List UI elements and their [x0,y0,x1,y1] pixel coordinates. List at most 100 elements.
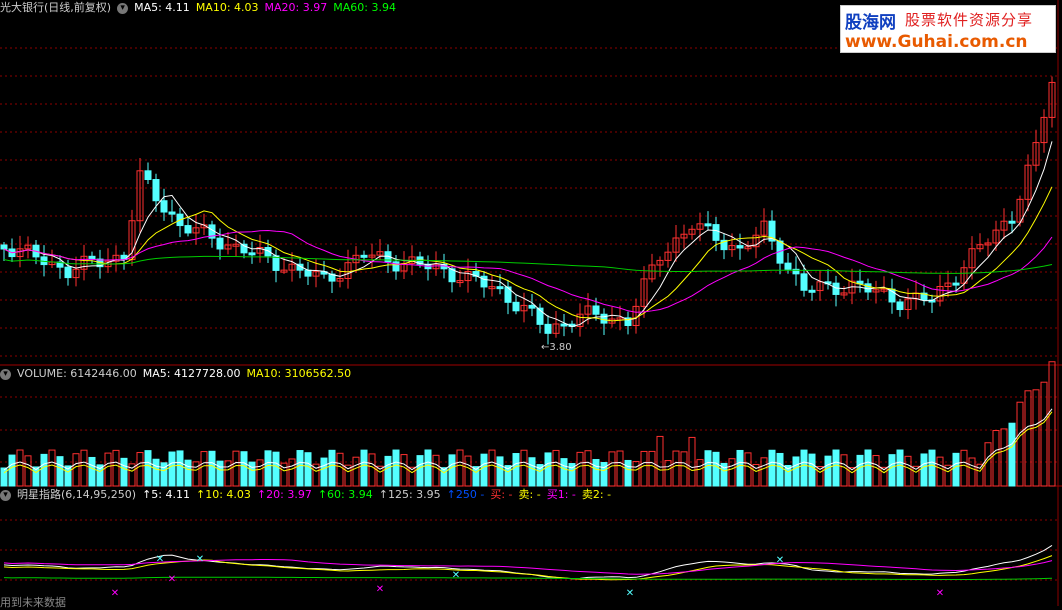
candle-body [712,224,720,241]
volume-bar [368,453,376,487]
ma20-label: MA20: 3.97 [264,1,328,14]
volume-bar [240,451,248,487]
candle-body [600,313,608,324]
watermark-slogan: 股票软件资源分享 [905,11,1034,29]
ind-item: ↑250 - [446,488,485,501]
ma60-label: MA60: 3.94 [333,1,396,14]
candle-body [144,170,152,181]
candle-body [704,223,712,227]
volume-bar [696,459,704,487]
candle-body [544,323,552,334]
watermark-name: 股海网 [845,13,896,33]
candle-body [800,273,808,291]
candle-body [152,179,160,202]
volume-bar [48,449,56,487]
volume-bar [424,449,432,487]
ma60-line [3,255,1053,274]
volume-bar [960,449,968,487]
ind-item: ↑20: 3.97 [256,488,312,501]
volume-bar [544,452,552,487]
volume-bar [640,450,648,487]
volume-bar [400,454,408,487]
candle-body [528,304,536,309]
volume-bar [456,449,464,487]
volume-bar [840,454,848,487]
volume-bar [608,451,616,487]
volume-bar [384,455,392,487]
volume-bar [224,460,232,487]
volume-bar [920,453,928,487]
volume-bar [832,449,840,487]
collapse-icon[interactable]: ▾ [117,2,129,14]
volume-bar [520,449,528,487]
volume-bar [1008,422,1016,487]
volume-bar [200,451,208,487]
low-price-label: ←3.80 [541,342,572,353]
volume-bar [1016,401,1024,487]
candle-body [1008,220,1016,224]
main-panel-header: 光大银行(日线,前复权) ▾ MA5: 4.11 MA10: 4.03 MA20: 3.… [0,0,402,16]
candle-body [248,252,256,256]
volume-bar [328,449,336,487]
signal-marker: ✕ [196,554,204,565]
volume-bar [744,452,752,487]
candle-body [168,211,176,215]
signal-marker: ✕ [156,554,164,565]
volume-bar [24,455,32,487]
volume-bar [768,449,776,487]
stock-chart-canvas[interactable]: ✕ ✕ ✕ ✕ ✕ ✕ ✕ ✕ ✕ [0,0,1062,606]
volume-bar [184,459,192,487]
volume-bar [792,456,800,487]
volume-bar [856,454,864,487]
vol-ma5-label: MA5: 4127728.00 [142,367,241,380]
volume-bar [448,454,456,487]
candle-body [592,305,600,315]
ind-item: ↑60: 3.94 [317,488,373,501]
volume-bar [416,455,424,487]
volume-bar [144,450,152,487]
watermark-url: www.Guhai.com.cn [845,32,1028,52]
volume-bar [256,459,264,487]
ind-item: 卖2: - [581,488,612,501]
candle-body [304,269,312,277]
volume-bar [16,449,24,487]
candle-body [0,244,8,250]
volume-bar [824,455,832,487]
volume-bar [264,450,272,487]
indicator-title: 明星指路(6,14,95,250) [17,488,137,501]
indicator-panel-header: ▾ 明星指路(6,14,95,250) ↑5: 4.11 ↑10: 4.03 ↑20: … [0,487,617,503]
candle-body [480,275,488,288]
volume-bar [0,467,8,487]
volume-bar [648,450,656,487]
volume-bar [304,452,312,487]
candle-body [784,262,792,270]
volume-bar [632,461,640,487]
volume-bar [664,460,672,487]
candle-body [88,255,96,260]
signal-marker: ✕ [452,570,460,581]
signal-marker: ✕ [111,588,119,599]
volume-bar [800,449,808,487]
volume-bar [136,452,144,487]
candle-body [64,266,72,279]
volume-bar [808,453,816,487]
candle-body [808,289,816,293]
volume-bar [952,452,960,487]
ma10-label: MA10: 4.03 [195,1,259,14]
volume-bar [488,449,496,487]
volume-bar [680,451,688,487]
volume-bar [728,458,736,487]
collapse-icon[interactable]: ▾ [0,368,11,380]
volume-bar [480,453,488,487]
volume-bar [192,461,200,487]
volume-bar [896,449,904,487]
watermark-logo: 股海网 股票软件资源分享 www.Guhai.com.cn [840,5,1056,53]
candle-body [360,254,368,258]
volume-bar [704,450,712,487]
candle-body [512,301,520,312]
volume-bar [936,456,944,487]
volume-bar [712,451,720,487]
collapse-icon[interactable]: ▾ [0,489,11,501]
volume-bar [984,442,992,487]
volume-bar [104,452,112,487]
